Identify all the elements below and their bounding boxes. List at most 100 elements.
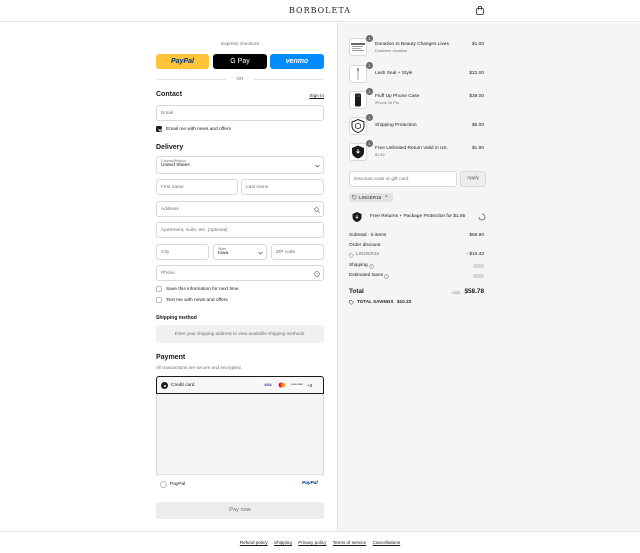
city-field[interactable]: City [156,244,209,260]
applied-code-tag: LINGER15 × [349,193,393,202]
cart-item-price: $5.00 [471,123,484,128]
taxes-label: Estimated taxes [349,273,384,278]
total-value: $58.78 [464,288,484,295]
text-me-checkbox[interactable] [156,297,162,303]
footer: Refund policy Shipping Privacy policy Te… [0,531,640,553]
divider-left [156,79,226,80]
tag-icon [349,252,354,258]
discount-code-field[interactable]: Discount code or gift card [349,171,457,187]
help-circle-icon[interactable]: ? [384,273,389,279]
qty-badge: 1 [366,88,373,95]
venmo-logo: venmo [285,58,309,65]
cart-item-name: Donation to Beauty Changes Lives [375,42,449,47]
shipping-method-notice: Enter your shipping address to view avai… [156,325,324,343]
help-circle-icon[interactable]: ? [314,271,320,277]
phone-case-thumbnail [349,91,367,109]
pay-now-button[interactable]: Pay now [156,502,324,519]
cart-item-price: $39.00 [469,94,484,99]
or-divider-label: OR [236,76,244,81]
footer-link-terms[interactable]: Terms of service [333,540,366,545]
paypal-radio[interactable] [160,481,167,488]
chevron-down-icon [315,164,320,168]
news-checkbox[interactable] [156,126,162,132]
paypal-option-label: PayPal [170,481,186,487]
venmo-button[interactable]: venmo [270,54,324,69]
shipping-placeholder [473,264,484,268]
paypal-logo: PayPal [302,481,318,486]
upsell-row[interactable]: Free Returns + Package Protection for $1… [349,208,487,226]
subtotal-label: Subtotal · 5 items [349,233,387,238]
taxes-placeholder [473,274,484,278]
footer-link-cancellations[interactable]: Cancellations [373,540,401,545]
more-cards-count: +3 [307,382,313,388]
footer-link-privacy[interactable]: Privacy policy [298,540,326,545]
qty-badge: 1 [366,140,373,147]
paypal-logo: PayPal [171,58,194,65]
country-select[interactable]: Country/Region United States [156,156,324,174]
svg-text:?: ? [371,264,373,268]
credit-card-option[interactable]: Credit card VISA DISCOVER +3 [156,376,324,394]
country-value: United States [161,163,190,168]
footer-link-shipping[interactable]: Shipping [274,540,292,545]
shipping-method-title: Shipping method [156,315,197,321]
loading-spinner-icon [478,213,486,221]
shipping-label: Shipping [349,263,368,268]
first-name-field[interactable]: First name [156,179,238,195]
text-me-label: Text me with news and offers [166,298,228,303]
search-icon [314,207,320,213]
shield-box-icon [349,117,367,135]
state-select[interactable]: State Iowa [213,244,267,260]
apartment-placeholder: Apartment, suite, etc. (optional) [161,227,228,233]
brand-logo[interactable]: BORBOLETA [0,6,640,15]
google-pay-logo: G Pay [230,58,250,65]
cart-item-price: $1.90 [471,146,484,151]
sign-in-link[interactable]: Sign in [300,94,324,99]
zip-field[interactable]: ZIP code [271,244,324,260]
last-name-field[interactable]: Last name [241,179,324,195]
cart-item-name: Lash Seal + Style [375,71,413,76]
email-placeholder: Email [161,110,173,116]
phone-field[interactable]: Phone ? [156,265,324,281]
apartment-field[interactable]: Apartment, suite, etc. (optional) [156,222,324,238]
help-circle-icon[interactable]: ? [369,263,374,269]
return-shield-icon [349,143,367,161]
svg-text:?: ? [316,272,318,276]
discount-code-label: LINGER15 [356,252,380,257]
news-checkbox-label: Email me with news and offers [166,127,231,132]
apply-discount-button[interactable]: Apply [460,171,486,187]
visa-icon: VISA [263,382,273,388]
footer-link-refund[interactable]: Refund policy [240,540,268,545]
delivery-title: Delivery [156,144,184,151]
cart-item-variant: iPhone 16 Pro [375,101,400,105]
tag-icon [349,299,354,305]
qty-badge: 1 [366,35,373,42]
order-discount-label: Order discount [349,243,381,248]
google-pay-button[interactable]: G Pay [213,54,267,69]
cart-item-variant: $1.90 [375,153,385,157]
last-name-placeholder: Last name [246,184,269,190]
paypal-option[interactable]: PayPal PayPal [156,474,324,494]
total-savings-value: $10.33 [397,299,412,304]
svg-text:?: ? [386,274,388,278]
discount-placeholder: Discount code or gift card [354,176,409,182]
cart-item-name: Shipping Protection [375,123,417,128]
applied-code-label: LINGER15 [359,195,382,200]
total-label: Total [349,288,364,295]
tag-icon [352,195,357,200]
upsell-label: Free Returns + Package Protection for $1… [370,214,466,219]
address-field[interactable]: Address [156,201,324,217]
cart-item-name: Fluff Up Phone Case [375,94,420,99]
lash-seal-thumbnail [349,65,367,83]
qty-badge: 1 [366,62,373,69]
cart-item-name: Free Unlimited Return Valid in US. [375,146,448,151]
paypal-express-button[interactable]: PayPal [156,54,209,69]
save-info-checkbox[interactable] [156,286,162,292]
chevron-down-icon [258,251,263,255]
shopping-bag-icon[interactable] [476,6,484,15]
remove-code-icon[interactable]: × [385,194,388,200]
credit-card-radio[interactable] [161,382,168,389]
mastercard-icon [278,382,286,388]
total-savings-label: TOTAL SAVINGS [357,299,394,304]
email-field[interactable]: Email [156,105,324,121]
discover-icon: DISCOVER [291,382,303,388]
